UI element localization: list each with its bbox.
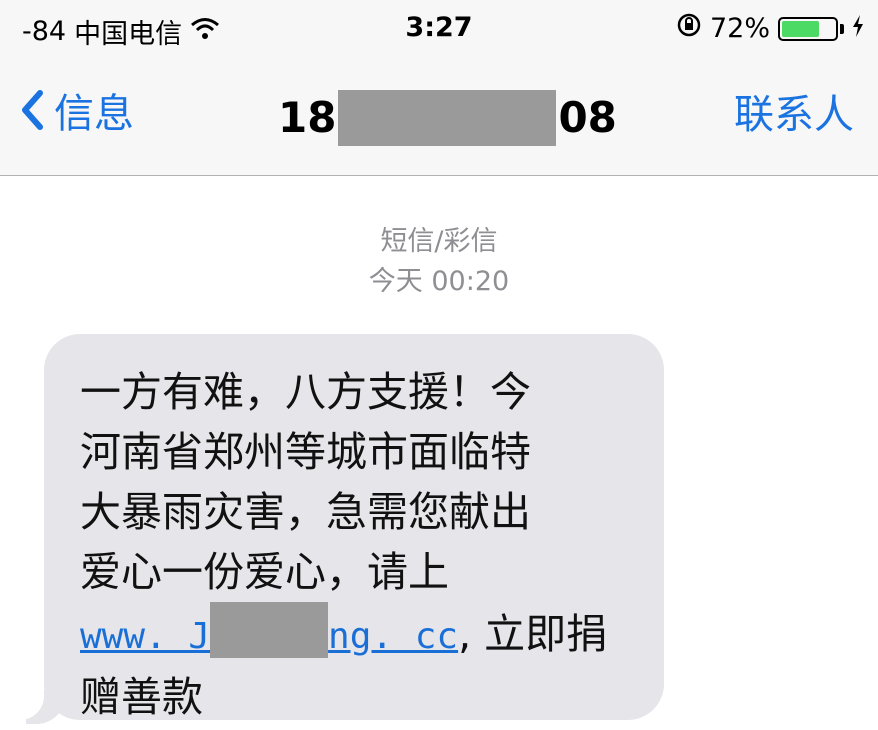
back-button[interactable]: 信息 [20,90,134,137]
conversation-title: 18 08 [278,90,617,146]
message-line: 一方有难，八方支援！今 [80,368,531,416]
message-text: 一方有难，八方支援！今 河南省郑州等城市面临特 大暴雨灾害，急需您献出 爱心一份… [80,362,640,727]
message-line: 大暴雨灾害，急需您献出 [80,488,531,536]
navigation-bar: 信息 18 08 联系人 [0,60,878,176]
message-line: 爱心一份爱心，请上 [80,548,449,596]
rotation-lock-icon [676,12,702,45]
message-line: 河南省郑州等城市面临特 [80,428,531,476]
title-suffix: 08 [558,93,617,142]
chevron-left-icon [20,90,44,137]
battery-fill [782,20,820,37]
message-type-label: 短信/彩信 [380,226,498,257]
status-right: 72% [676,12,864,45]
link-prefix: www. J [80,616,211,657]
back-label: 信息 [54,90,134,137]
message-line: 赠善款 [80,673,203,721]
message-link[interactable]: www. J ng. cc [80,602,459,658]
link-suffix: ng. cc [328,616,459,657]
charging-bolt-icon [852,13,864,44]
message-line-link: www. J ng. cc, 立即捐 [80,602,640,667]
message-timestamp: 今天 00:20 [368,266,510,297]
battery-percent: 72% [709,13,770,44]
link-redaction-box [210,602,329,658]
message-meta: 短信/彩信 今天 00:20 [0,222,878,302]
after-link-text: , 立即捐 [458,610,608,658]
battery-icon [778,16,838,41]
title-prefix: 18 [278,93,337,142]
contact-button[interactable]: 联系人 [734,90,854,140]
status-bar: -84 中国电信 3:27 72% [0,0,878,60]
battery-cap [840,23,844,34]
redaction-box [338,90,557,146]
